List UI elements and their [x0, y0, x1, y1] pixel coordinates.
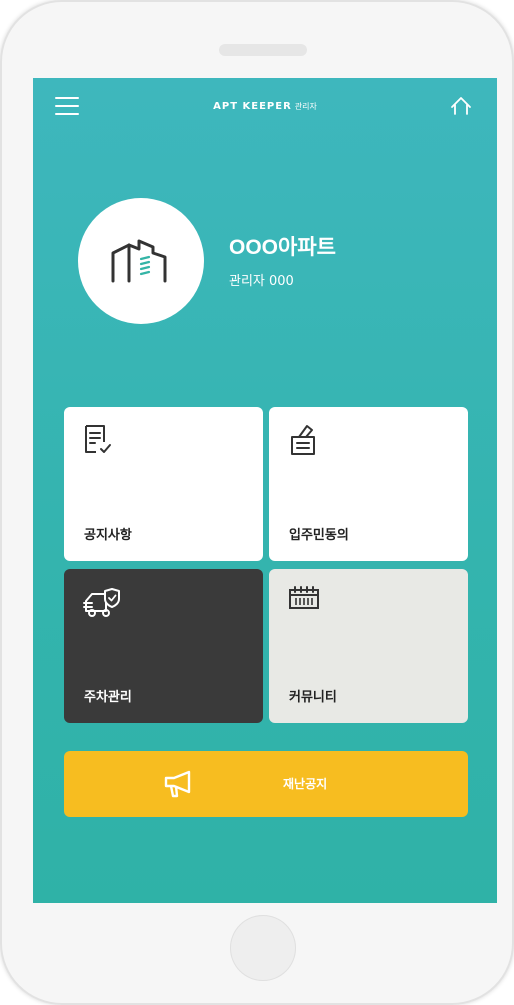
disaster-notice-label: 재난공지	[283, 777, 328, 791]
home-icon[interactable]	[449, 94, 473, 118]
phone-home-button[interactable]	[230, 915, 296, 981]
vehicle-shield-icon	[82, 585, 126, 623]
brand-name: APT KEEPER	[213, 101, 292, 112]
community-label: 커뮤니티	[289, 690, 337, 705]
building-icon	[111, 239, 167, 283]
parking-management-card[interactable]: 주차관리	[64, 569, 263, 723]
notice-board-label: 공지사항	[84, 528, 132, 543]
document-check-icon	[82, 423, 116, 461]
resident-consent-card[interactable]: 입주민동의	[269, 407, 468, 561]
apartment-name: OOO아파트	[229, 236, 336, 259]
megaphone-icon	[162, 770, 196, 802]
app-screen: APT KEEPER 관리자 OOO아파트 관리자 000 공지사항 입주민동의…	[33, 78, 497, 903]
ballot-box-icon	[287, 423, 321, 461]
resident-consent-label: 입주민동의	[289, 528, 349, 543]
disaster-notice-button[interactable]: 재난공지	[64, 751, 468, 817]
community-card[interactable]: 커뮤니티	[269, 569, 468, 723]
calendar-icon	[287, 585, 321, 617]
notice-board-card[interactable]: 공지사항	[64, 407, 263, 561]
parking-management-label: 주차관리	[84, 690, 132, 705]
admin-name: 관리자 000	[229, 274, 294, 289]
app-brand: APT KEEPER 관리자	[33, 101, 497, 112]
phone-speaker	[219, 44, 307, 56]
phone-frame: APT KEEPER 관리자 OOO아파트 관리자 000 공지사항 입주민동의…	[0, 0, 514, 1005]
brand-subtitle: 관리자	[294, 102, 317, 111]
apartment-avatar	[78, 198, 204, 324]
top-bar: APT KEEPER 관리자	[33, 78, 497, 138]
